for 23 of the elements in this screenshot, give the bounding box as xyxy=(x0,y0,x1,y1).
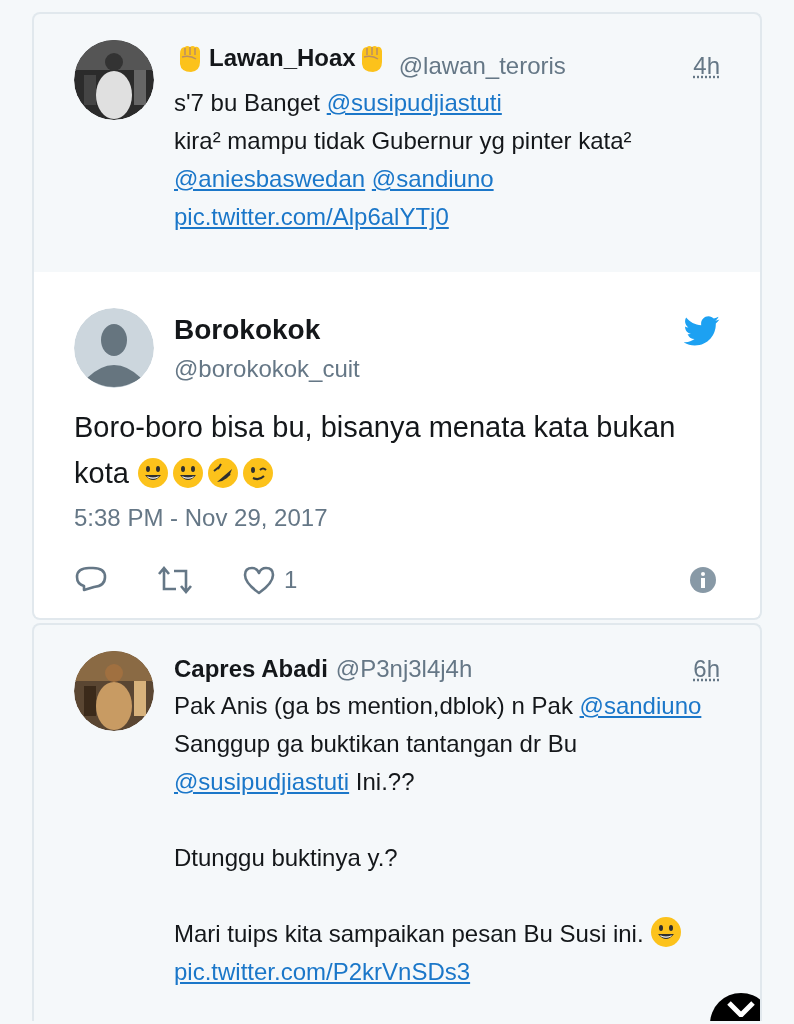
mention-link[interactable]: pic.twitter.com/Alp6alYTj0 xyxy=(174,203,449,230)
mention-link[interactable]: @aniesbaswedan xyxy=(174,165,366,192)
tweet-time[interactable]: 6h xyxy=(693,651,720,687)
mention-link[interactable]: @susipudjiastuti xyxy=(326,89,502,116)
mention-link[interactable]: pic.twitter.com/P2krVnSDs3 xyxy=(174,958,471,985)
tweet-text: Pak Anis (ga bs mention,dblok) n Pak @sandiuno Sanggup ga buktikan tantangan dr Bu @susipudjiastuti Ini.?? xyxy=(174,691,703,797)
tweet-text: kira² mampu tidak Gubernur yg pinter kata² xyxy=(174,126,633,156)
user-handle: @lawan_teroris xyxy=(398,51,566,81)
mention-link[interactable]: @sandiuno xyxy=(371,165,494,192)
tweet-text: Dtunggu buktinya y.? xyxy=(174,843,399,873)
tweet-text: s'7 bu Banget @susipudjiastuti xyxy=(174,88,503,118)
like-count: 1 xyxy=(284,565,298,595)
tweet-timestamp: 5:38 PM - Nov 29, 2017 xyxy=(74,503,329,533)
mention-link[interactable]: @susipudjiastuti xyxy=(174,768,350,795)
user-handle: @borokokok_cuit xyxy=(174,354,360,384)
mention-link[interactable]: @sandiuno xyxy=(579,692,702,719)
user-name[interactable]: Capres Abadi xyxy=(174,651,328,687)
user-handle: @P3nj3l4j4h xyxy=(335,654,473,684)
tweet-text: Mari tuips kita sampaikan pesan Bu Susi ini. pic.twitter.com/P2krVnSDs3 xyxy=(174,915,704,991)
user-name[interactable]: Borokokok xyxy=(174,309,360,351)
tweet-text: Boro-boro bisa bu, bisanya menata kata bukan kota xyxy=(74,410,677,491)
tweet-time[interactable]: 4h xyxy=(693,48,720,84)
user-name[interactable]: Lawan_Hoax xyxy=(209,40,356,76)
